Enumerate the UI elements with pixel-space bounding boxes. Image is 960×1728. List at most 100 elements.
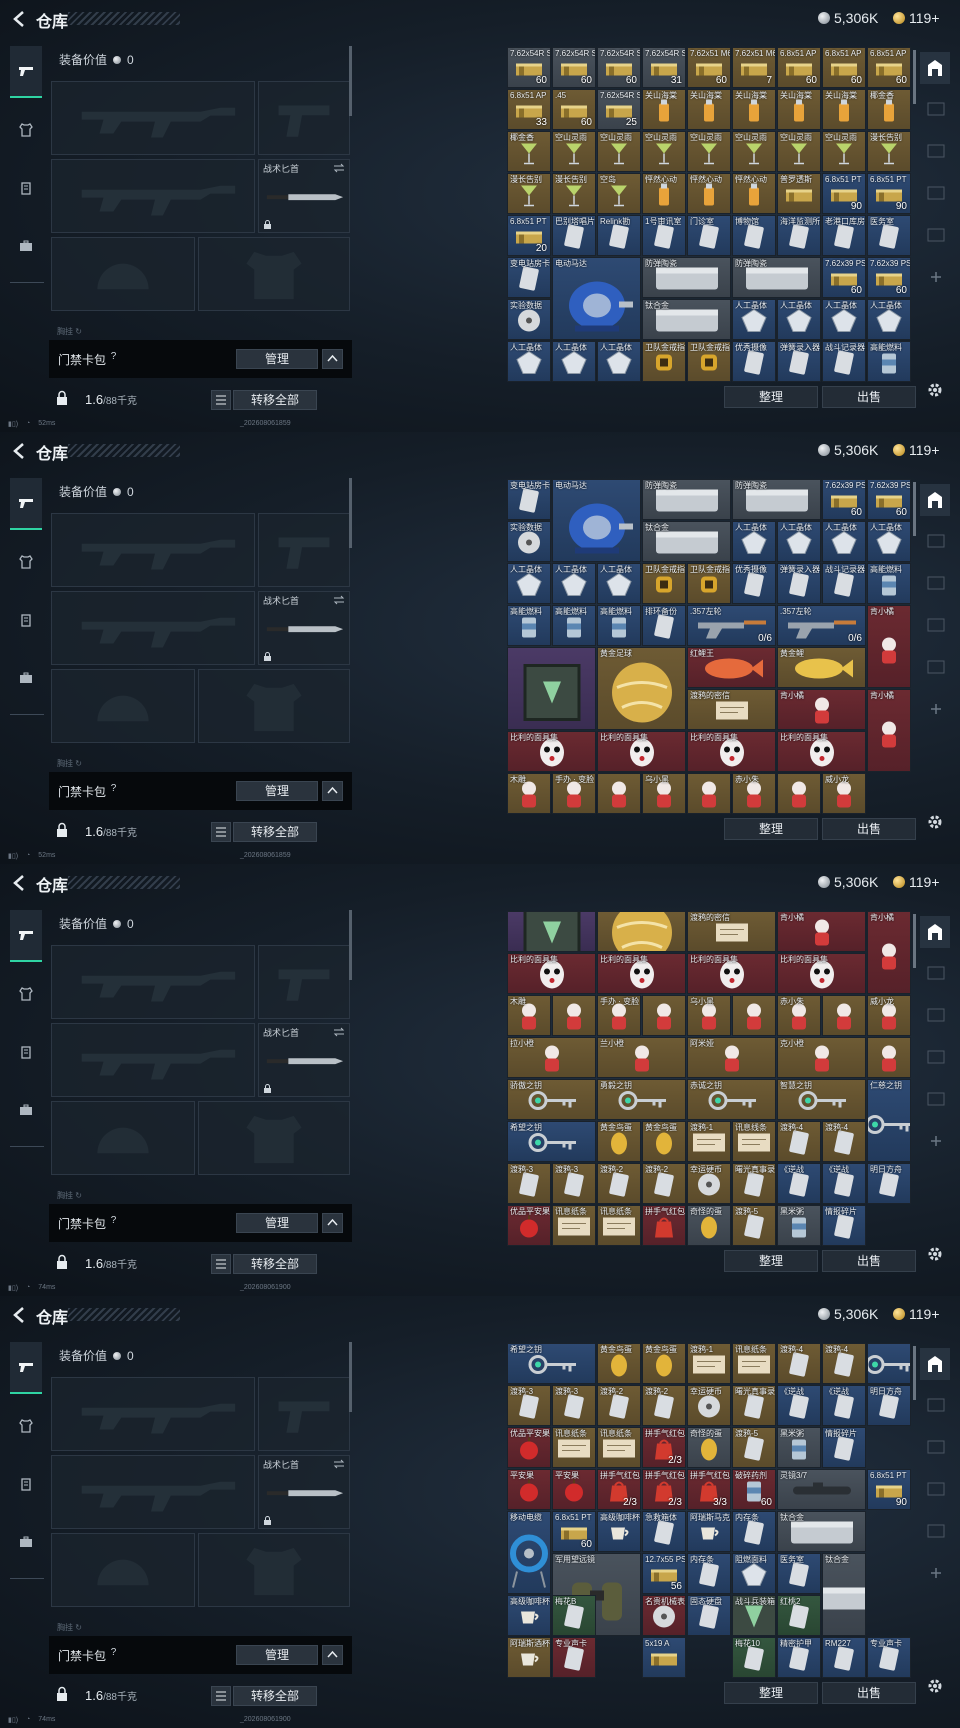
secondary-weapon-slot[interactable] [51,1023,255,1097]
rail-all-items[interactable] [920,1348,950,1380]
stash-item[interactable]: 6.8x51 PT 90 [867,1469,911,1510]
stash-item[interactable]: 黄金足球 [597,647,686,730]
primary-weapon-slot[interactable] [51,81,255,155]
stash-item[interactable]: 赤小朱 [777,995,821,1036]
stash-item[interactable]: 比利的面具集 [777,953,866,994]
stash-item[interactable]: 电动马达 [552,257,641,340]
stash-item[interactable]: 空山灵雨 [642,131,686,172]
stash-item[interactable]: 战斗记录器 [822,341,866,382]
sell-button[interactable]: 出售 [822,1682,916,1704]
stash-grid[interactable]: 7.62x54R SNB607.62x54R SNB607.62x54R SNB… [507,47,913,383]
stash-item[interactable]: 《逆战 [822,1385,866,1426]
list-view-button[interactable] [211,390,231,410]
stash-item[interactable]: 渡鸦-3 [552,1163,596,1204]
stash-item[interactable]: 弹簧录入器 [777,563,821,604]
stash-item[interactable]: 兰小橙 [597,1037,686,1078]
stash-item[interactable]: 人工晶体 [822,299,866,340]
melee-slot[interactable]: 战术匕首 [258,1023,350,1097]
rail-add[interactable] [924,1562,948,1584]
stash-item[interactable]: 人工晶体 [732,299,776,340]
stash-item[interactable]: 讯息纸条 [552,1205,596,1246]
help-icon[interactable]: ? [107,783,120,796]
rail-category-1[interactable] [924,530,948,552]
rail-category-4[interactable] [924,224,948,246]
stash-item[interactable]: 门诊室 [687,215,731,256]
stash-item[interactable]: 讯息纸条 [732,1343,776,1384]
equipment-scrollbar[interactable] [349,910,352,980]
stash-item[interactable]: 卫队金戒指 [642,341,686,382]
stash-item[interactable]: 内存条 [687,1553,731,1594]
stash-item[interactable]: 渡鸦的密信 [687,911,776,952]
sidearm-slot[interactable] [258,81,350,155]
stash-item[interactable]: 渡鸦-2 [642,1385,686,1426]
stash-item[interactable]: .357左轮 0/6 [687,605,776,646]
stash-item[interactable]: 人工晶体 [867,299,911,340]
list-view-button[interactable] [211,822,231,842]
back-icon[interactable] [10,873,30,893]
stash-item[interactable] [552,995,596,1036]
stash-item[interactable]: 关山海棠 [642,89,686,130]
stash-item[interactable]: 讯息纸条 [552,1427,596,1468]
stash-item[interactable]: 卫队金戒指 [687,563,731,604]
stash-item[interactable]: 空山灵雨 [732,131,776,172]
stash-item[interactable]: 红鲤王 [687,647,776,688]
list-view-button[interactable] [211,1254,231,1274]
stash-item[interactable]: 医务室 [867,215,911,256]
rail-category-3[interactable] [924,182,948,204]
helmet-slot[interactable] [51,669,195,743]
stash-item[interactable]: 怦然心动 [687,173,731,214]
stash-item[interactable]: 名贵机械表 [642,1595,686,1636]
stash-item[interactable]: 《逆战 [777,1163,821,1204]
body-armor-slot[interactable] [198,237,350,311]
stash-item[interactable]: 实验数据 [507,521,551,562]
stash-item[interactable]: 明日方舟 [867,1385,911,1426]
stash-item[interactable]: 人工晶体 [507,341,551,382]
rail-category-2[interactable] [924,1436,948,1458]
rail-all-items[interactable] [920,484,950,516]
tab-armor[interactable] [10,968,42,1020]
tab-backpack[interactable] [10,1516,42,1568]
back-icon[interactable] [10,1305,30,1325]
stash-item[interactable]: 7.62x39 PS 60 [867,257,911,298]
stash-item[interactable]: 空山灵雨 [597,131,641,172]
stash-item[interactable]: 拼手气红包 2/3 [597,1469,641,1510]
rail-category-1[interactable] [924,962,948,984]
stash-item[interactable]: 人工晶体 [597,341,641,382]
stash-item[interactable]: 空山灵雨 [552,131,596,172]
stash-item[interactable]: 弹簧录入器 [777,341,821,382]
stash-item[interactable]: 优秀摄像 [732,341,776,382]
stash-item[interactable] [597,911,686,952]
stash-item[interactable]: 《逆战 [777,1385,821,1426]
rail-category-2[interactable] [924,1004,948,1026]
tab-vest[interactable] [10,1458,42,1510]
secondary-weapon-slot[interactable] [51,159,255,233]
stash-item[interactable]: 防弹陶瓷 [642,257,731,298]
stash-item[interactable]: 拉小橙 [507,1037,596,1078]
stash-item[interactable]: 黄金鸟蛋 [597,1343,641,1384]
stash-item[interactable]: 威小龙 [867,995,911,1036]
stash-item[interactable]: 人工晶体 [822,521,866,562]
secondary-weapon-slot[interactable] [51,1455,255,1529]
stash-item[interactable]: 高级咖啡杯 [597,1511,641,1552]
silver-currency[interactable]: 5,306K [818,442,878,458]
stash-item[interactable]: 6.8x51 PT 20 [507,215,551,256]
tab-vest[interactable] [10,1026,42,1078]
rail-category-4[interactable] [924,1088,948,1110]
tab-backpack[interactable] [10,652,42,704]
help-icon[interactable]: ? [107,351,120,364]
stash-item[interactable]: 红桃2 [777,1595,821,1636]
gold-currency[interactable]: 119+ [893,874,940,890]
equipment-scrollbar[interactable] [349,478,352,548]
stash-item[interactable]: 防弹陶瓷 [642,479,731,520]
stash-item[interactable]: 破碎药剂 60 [732,1469,776,1510]
rail-category-2[interactable] [924,572,948,594]
stash-item[interactable] [732,995,776,1036]
stash-item[interactable]: 渡鸦-5 [732,1205,776,1246]
stash-item[interactable]: 渡鸦-4 [777,1343,821,1384]
sort-button[interactable]: 整理 [724,818,818,840]
stash-item[interactable]: .357左轮 0/6 [777,605,866,646]
tab-vest[interactable] [10,594,42,646]
sell-button[interactable]: 出售 [822,1250,916,1272]
gear-icon[interactable] [926,813,944,831]
tab-backpack[interactable] [10,220,42,272]
